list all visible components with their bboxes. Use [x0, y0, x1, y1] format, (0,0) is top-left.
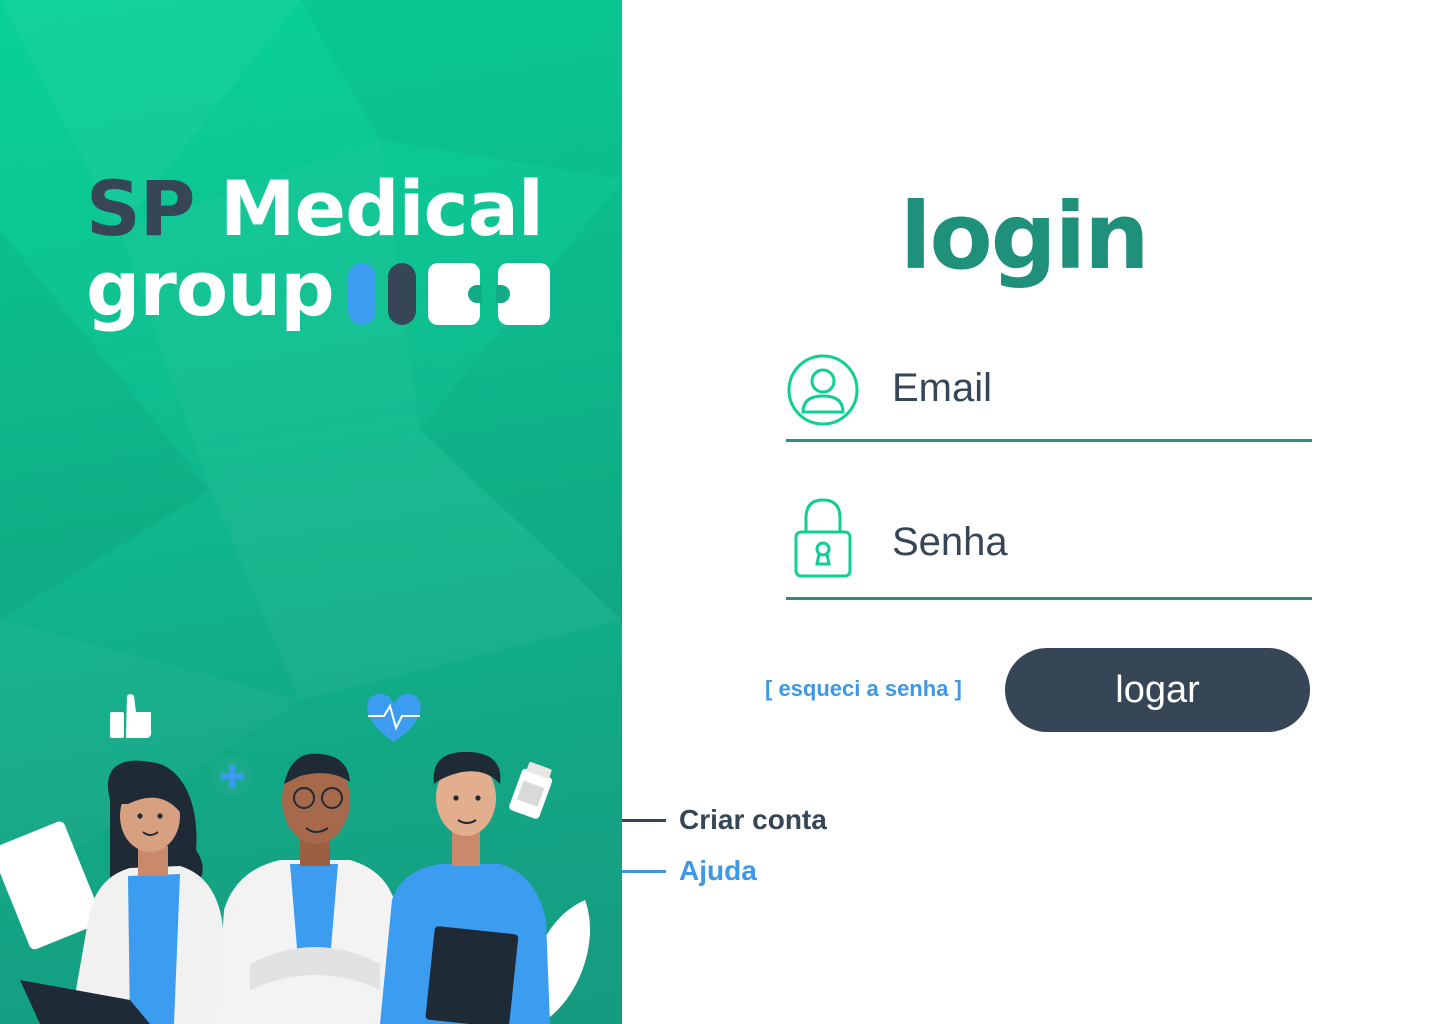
- brand-sp: SP: [86, 164, 195, 253]
- forgot-password-link[interactable]: [ esqueci a senha ]: [765, 676, 962, 702]
- plus-icon: [212, 756, 252, 796]
- password-input[interactable]: [892, 512, 1292, 572]
- brand-mark-icon: [347, 263, 550, 325]
- create-account-label: Criar conta: [679, 804, 827, 835]
- brand-medical: Medical: [219, 164, 544, 253]
- create-account-link[interactable]: Criar conta: [622, 804, 827, 836]
- doctor-man-center: [216, 753, 404, 1024]
- create-account-dash: [622, 818, 666, 822]
- doctor-woman: [0, 760, 232, 1024]
- blue-pill-shape: [347, 263, 376, 325]
- cross-right-shape: [495, 263, 550, 325]
- email-field-group: [786, 350, 1312, 442]
- help-link[interactable]: Ajuda: [622, 855, 757, 887]
- brand-line1: SP Medical: [86, 168, 550, 250]
- brand-logo: SP Medical group: [86, 168, 550, 328]
- dark-pill-shape: [387, 263, 416, 325]
- login-button[interactable]: logar: [1005, 648, 1310, 732]
- help-label: Ajuda: [679, 855, 757, 886]
- three-doctors-illustration: [0, 694, 590, 1024]
- heart-icon: [367, 694, 421, 742]
- user-icon: [787, 354, 859, 426]
- thumbs-up-icon: [110, 694, 152, 738]
- help-dash: [622, 869, 666, 873]
- brand-line2: group: [86, 250, 550, 328]
- brand-group: group: [86, 244, 335, 333]
- page-title: login: [900, 183, 1150, 290]
- cross-left-shape: [427, 263, 482, 325]
- email-input[interactable]: [892, 358, 1292, 418]
- pill-bottle-icon: [509, 762, 553, 819]
- password-field-group: [786, 494, 1312, 600]
- lock-icon: [794, 498, 852, 578]
- brand-panel: SP Medical group: [0, 0, 622, 1024]
